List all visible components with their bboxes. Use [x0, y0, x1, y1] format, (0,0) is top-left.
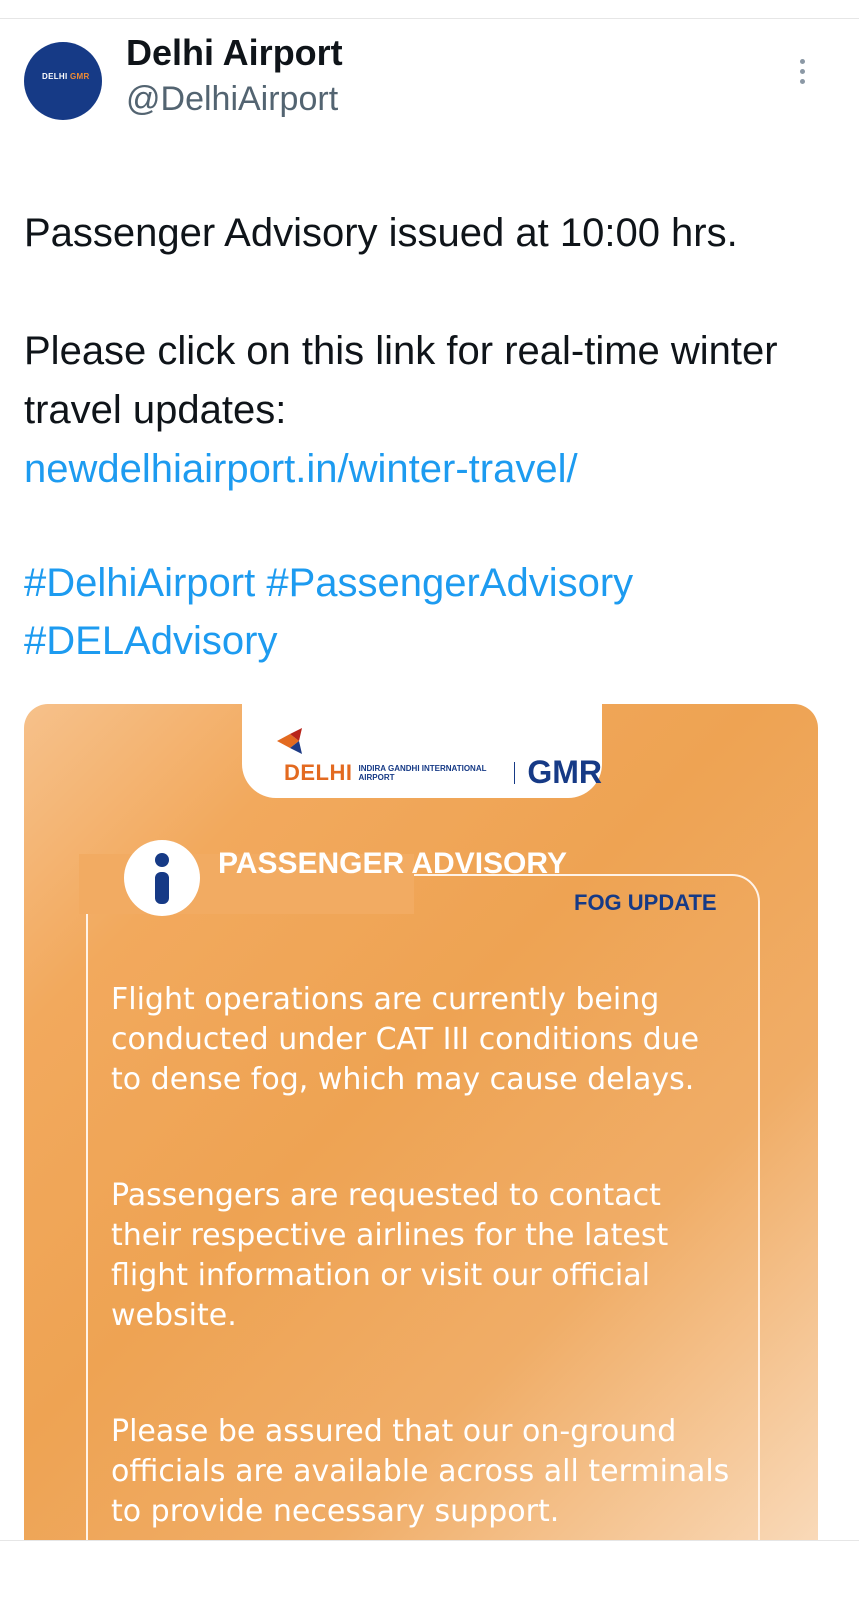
logo-tab: DELHI INDIRA GANDHI INTERNATIONAL AIRPOR…	[242, 704, 602, 798]
tweet-hashtags[interactable]: #DelhiAirport #PassengerAdvisory #DELAdv…	[24, 554, 824, 670]
paragraph-2: Passengers are requested to contact thei…	[111, 1178, 669, 1333]
more-options-icon[interactable]	[796, 59, 808, 91]
avatar-logo-text: DELHI GMR	[42, 72, 90, 81]
tweet-link[interactable]: newdelhiairport.in/winter-travel/	[24, 447, 578, 491]
bottom-divider	[0, 1540, 859, 1541]
brand-delhi: DELHI	[284, 759, 353, 785]
avatar[interactable]: DELHI GMR	[24, 42, 102, 120]
top-divider	[0, 18, 859, 19]
paragraph-1: Flight operations are currently being co…	[111, 982, 700, 1097]
handle[interactable]: @DelhiAirport	[126, 80, 338, 119]
tweet-line-1: Passenger Advisory issued at 10:00 hrs.	[24, 211, 738, 255]
media-image[interactable]: DELHI INDIRA GANDHI INTERNATIONAL AIRPOR…	[24, 704, 818, 1540]
info-icon	[124, 840, 200, 916]
brand-separator	[513, 761, 516, 784]
display-name[interactable]: Delhi Airport	[126, 32, 343, 74]
paragraph-3: Please be assured that our on-ground off…	[111, 1414, 730, 1529]
advisory-title: PASSENGER ADVISORY	[218, 847, 567, 880]
tweet-text: Passenger Advisory issued at 10:00 hrs. P…	[24, 145, 824, 499]
fog-update-badge: FOG UPDATE	[574, 890, 717, 915]
airport-logo-icon	[277, 728, 302, 754]
tweet-line-2: Please click on this link for real-time …	[24, 329, 778, 432]
brand-igia: INDIRA GANDHI INTERNATIONAL AIRPORT	[358, 763, 487, 782]
brand-gmr: GMR	[527, 754, 602, 790]
